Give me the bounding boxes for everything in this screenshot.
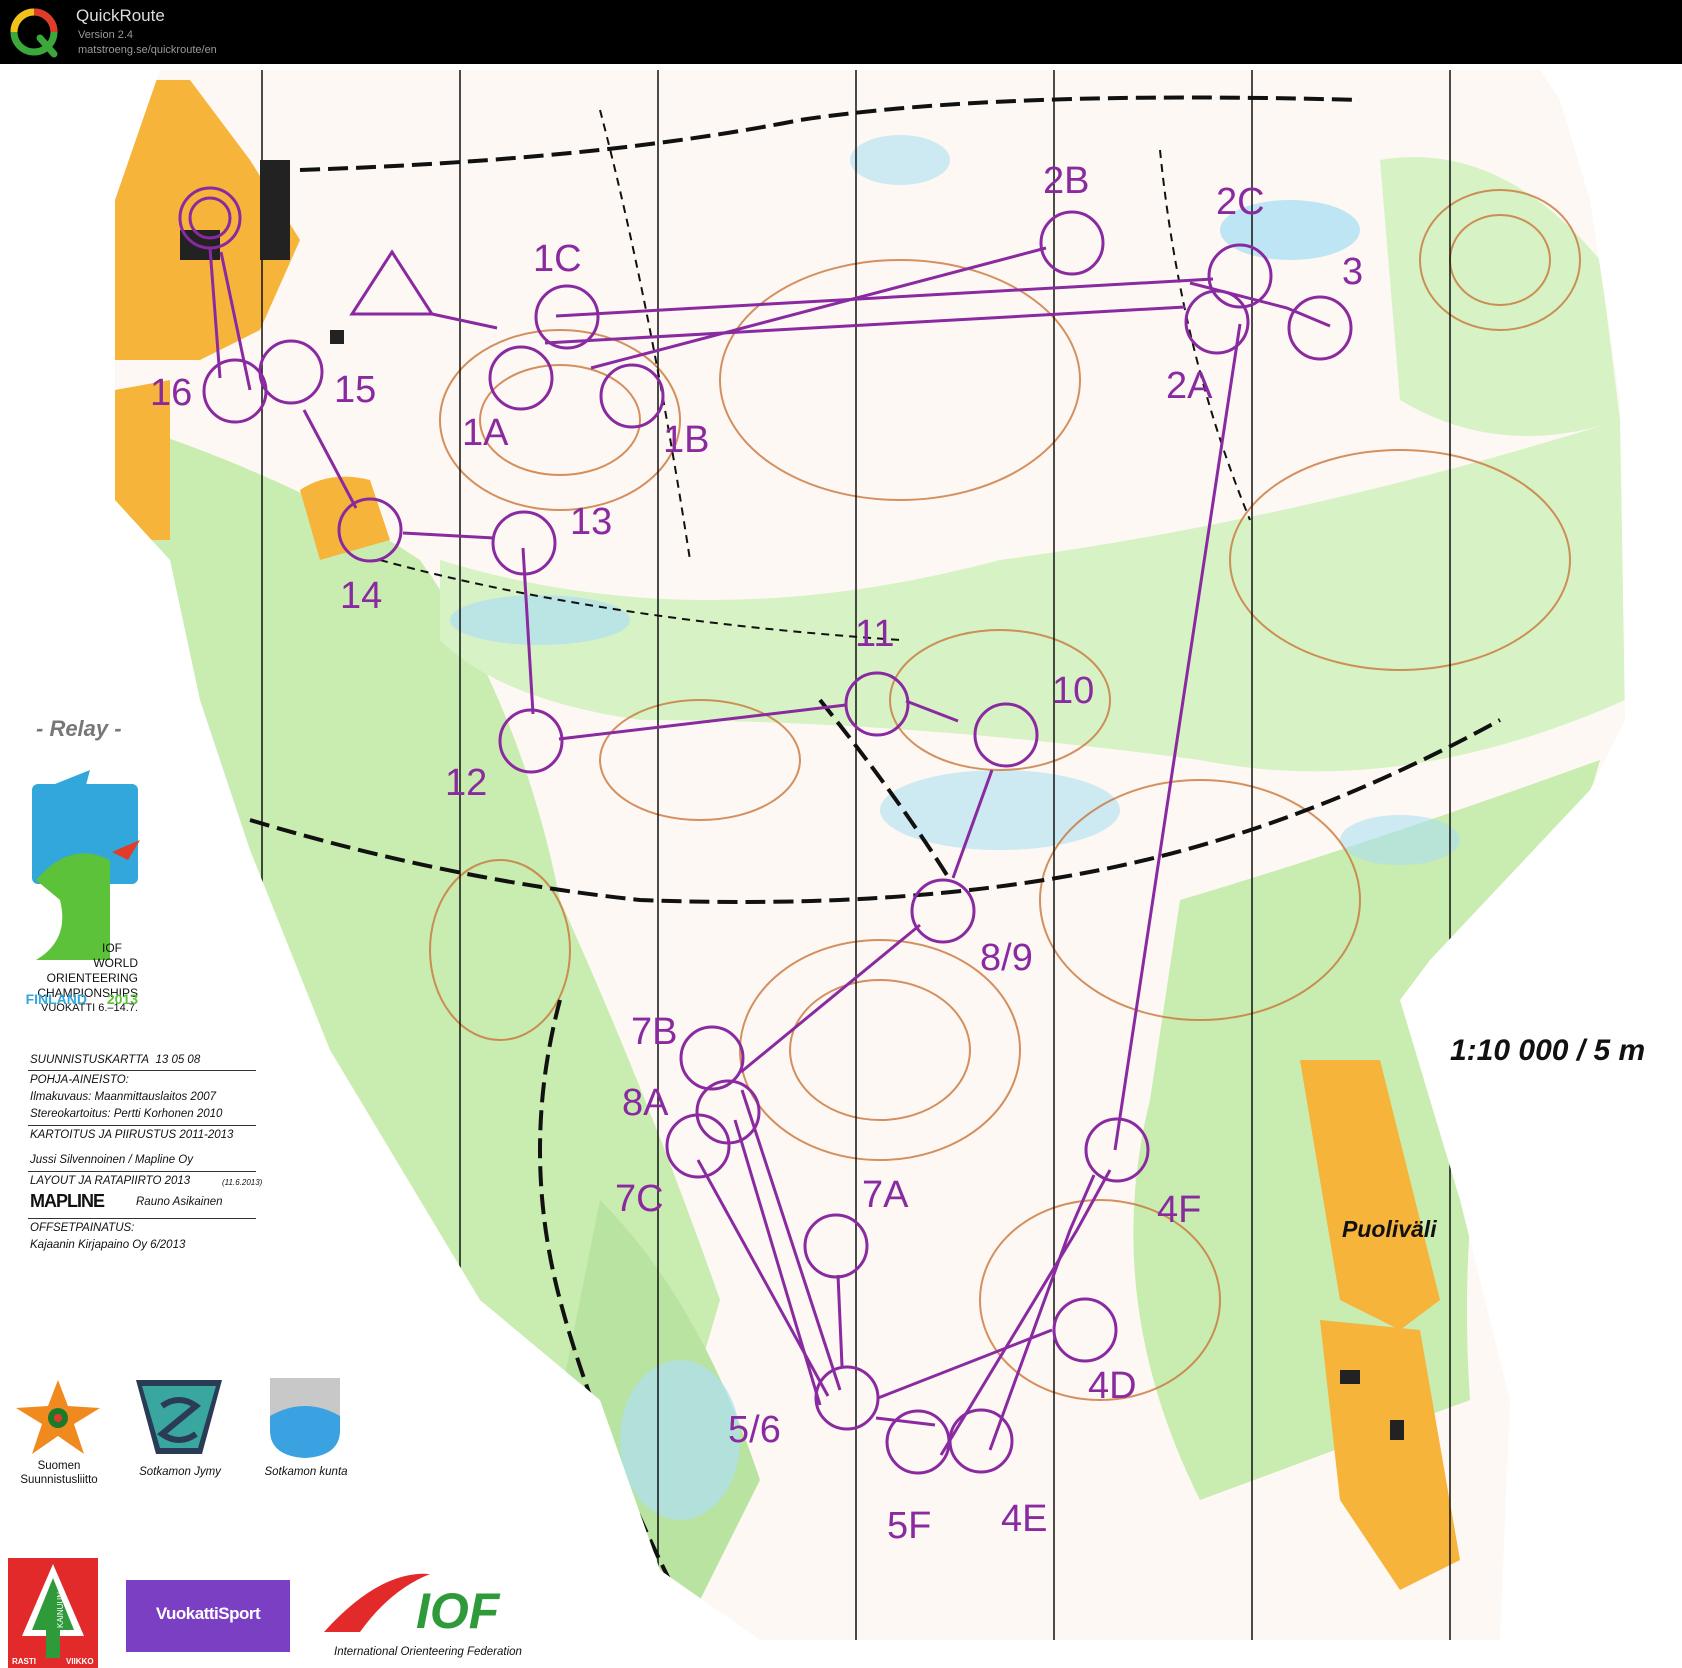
orienteering-map[interactable]: 1A 1B 1C 2A 2B 2C 3 4D 4E 4F 5/6 5F 7A 7…	[0, 64, 1682, 1668]
control-label: 4D	[1088, 1365, 1137, 1407]
vuokattisport-logo: VuokattiSport	[126, 1580, 290, 1652]
credits-heading: OFFSETPAINATUS:	[30, 1222, 135, 1234]
control-label: 11	[855, 613, 894, 655]
ssl-star-icon	[16, 1380, 100, 1454]
woc-2013-logo: IOF WORLD ORIENTEERING CHAMPIONSHIPS VUO…	[26, 770, 140, 1014]
iof-name: International Orienteering Federation	[334, 1646, 522, 1658]
control-label: 13	[570, 501, 612, 543]
svg-text:VIIKKO: VIIKKO	[66, 1657, 94, 1666]
divider	[28, 1218, 256, 1219]
iof-logo: IOF	[324, 1573, 501, 1639]
ssl-name: Suomen Suunnistusliitto	[20, 1460, 98, 1486]
kainuun-rastiviikko-logo: KAINUUN RASTI VIIKKO	[8, 1558, 98, 1668]
app-url[interactable]: matstroeng.se/quickroute/en	[78, 44, 217, 56]
jymy-shield-icon	[136, 1380, 222, 1454]
map-scale: 1:10 000 / 5 m	[1450, 1034, 1645, 1067]
control-label: 2A	[1166, 365, 1213, 407]
credits-date: (11.6.2013)	[222, 1178, 263, 1187]
kunta-name: Sotkamon kunta	[264, 1466, 348, 1478]
mapline-logo: MAPLINE	[30, 1191, 105, 1211]
svg-text:FINLAND: FINLAND	[26, 991, 87, 1007]
credits-line: Ilmakuvaus: Maanmittauslaitos 2007	[30, 1091, 217, 1103]
credits-line: Rauno Asikainen	[136, 1196, 223, 1208]
svg-text:WORLD: WORLD	[93, 956, 138, 970]
control-label: 4F	[1157, 1189, 1201, 1231]
app-version: Version 2.4	[78, 29, 134, 41]
control-label: 5F	[887, 1505, 931, 1547]
control-label: 14	[340, 575, 382, 617]
credits-title: SUUNNISTUSKARTTA 13 05 08	[30, 1054, 201, 1066]
credits-line: Jussi Silvennoinen / Mapline Oy	[30, 1154, 193, 1166]
app-title: QuickRoute	[76, 6, 165, 25]
map-canvas[interactable]: 1A 1B 1C 2A 2B 2C 3 4D 4E 4F 5/6 5F 7A 7…	[0, 64, 1682, 1647]
sotkamo-coat-of-arms-icon	[270, 1378, 340, 1458]
place-name: Puoliväli	[1342, 1216, 1437, 1242]
svg-text:KAINUUN: KAINUUN	[56, 1592, 65, 1628]
control-label: 7C	[615, 1178, 664, 1220]
svg-text:2013: 2013	[107, 991, 138, 1007]
control-label: 1A	[462, 412, 509, 454]
divider	[28, 1125, 256, 1126]
control-label: 8A	[622, 1082, 669, 1124]
control-label: 2C	[1216, 181, 1265, 223]
credits-line: Kajaanin Kirjapaino Oy 6/2013	[30, 1239, 186, 1251]
divider	[28, 1070, 256, 1071]
credits-line: Stereokartoitus: Pertti Korhonen 2010	[30, 1108, 223, 1120]
control-label: 3	[1342, 251, 1363, 293]
control-label: 5/6	[728, 1409, 781, 1451]
svg-text:ORIENTEERING: ORIENTEERING	[47, 971, 138, 985]
app-title-bar: QuickRoute Version 2.4 matstroeng.se/qui…	[0, 0, 1682, 64]
control-label: 12	[445, 762, 487, 804]
control-label: 1C	[533, 238, 582, 280]
credits-heading: POHJA-AINEISTO:	[30, 1074, 129, 1086]
svg-text:IOF: IOF	[102, 941, 122, 955]
divider	[28, 1171, 256, 1172]
svg-text:RASTI: RASTI	[12, 1657, 36, 1666]
svg-text:IOF: IOF	[416, 1583, 501, 1639]
credits-heading: LAYOUT JA RATAPIIRTO 2013	[30, 1175, 191, 1187]
jymy-name: Sotkamon Jymy	[139, 1466, 221, 1478]
control-label: 7B	[631, 1011, 677, 1053]
credits-heading: KARTOITUS JA PIIRUSTUS 2011-2013	[30, 1129, 234, 1141]
quickroute-logo-icon	[10, 8, 58, 58]
control-label: 2B	[1043, 160, 1089, 202]
control-label: 1B	[663, 419, 709, 461]
control-label: 8/9	[980, 937, 1033, 979]
control-label: 7A	[862, 1174, 909, 1216]
control-label: 15	[334, 369, 376, 411]
event-tag: - Relay -	[36, 716, 122, 741]
control-label: 4E	[1001, 1498, 1047, 1540]
control-label: 10	[1052, 670, 1094, 712]
control-label: 16	[150, 372, 192, 414]
